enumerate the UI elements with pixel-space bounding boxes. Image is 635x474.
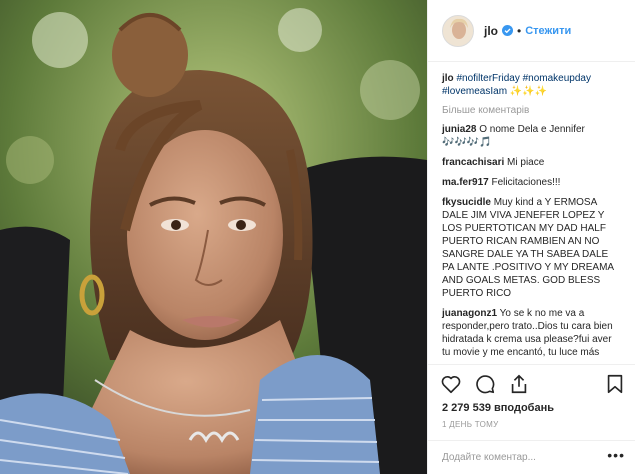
heart-icon[interactable]	[440, 373, 462, 395]
post-sidebar: jlo • Стежити jlo #nofilterFriday #nomak…	[427, 0, 635, 474]
post-timestamp[interactable]: 1 ДЕНЬ ТОМУ	[442, 420, 498, 429]
load-more-comments-button[interactable]: Більше коментарів	[442, 105, 622, 116]
comment-item: francachisari Mi piace	[442, 156, 622, 169]
post-header: jlo • Стежити	[428, 0, 635, 62]
bookmark-icon[interactable]	[604, 373, 626, 395]
follow-button[interactable]: Стежити	[525, 25, 571, 37]
comment-input[interactable]	[442, 452, 612, 463]
post-photo[interactable]	[0, 0, 427, 474]
verified-icon	[502, 25, 513, 36]
likes-count[interactable]: 2 279 539 вподобань	[442, 402, 554, 414]
comment-item: junia28 O nome Dela e Jennifer 🎶🎶🎶🎵	[442, 123, 622, 149]
instagram-post: jlo • Стежити jlo #nofilterFriday #nomak…	[0, 0, 635, 474]
comment-icon[interactable]	[474, 373, 496, 395]
caption: jlo #nofilterFriday #nomakeupday #loveme…	[442, 72, 622, 98]
comment-username[interactable]: fkysucidle	[442, 197, 491, 208]
caption-emoji: ✨✨✨	[509, 86, 548, 97]
avatar-image	[443, 15, 473, 46]
username-link[interactable]: jlo	[484, 24, 498, 38]
separator-dot: •	[517, 23, 522, 38]
comment-item: ma.fer917 Felicitaciones!!!	[442, 176, 622, 189]
caption-username[interactable]: jlo	[442, 73, 454, 84]
add-comment-bar	[428, 440, 635, 474]
comment-username[interactable]: ma.fer917	[442, 177, 489, 188]
comment-item: juanagonz1 Yo se k no me va a responder,…	[442, 307, 622, 359]
selfie-image	[0, 0, 427, 474]
share-icon[interactable]	[508, 373, 530, 395]
comment-username[interactable]: junia28	[442, 124, 476, 135]
comments-section: jlo #nofilterFriday #nomakeupday #loveme…	[428, 62, 635, 364]
comment-username[interactable]: francachisari	[442, 157, 504, 168]
comment-item: fkysucidle Muy kind a Y ERMOSA DALE JIM …	[442, 196, 622, 300]
comment-text: Mi piace	[507, 157, 545, 168]
avatar[interactable]	[442, 14, 474, 47]
comment-text: Muy kind a Y ERMOSA DALE JIM VIVA JENEFE…	[442, 197, 614, 299]
more-options-button[interactable]: •••	[607, 447, 625, 463]
comment-username[interactable]: juanagonz1	[442, 308, 497, 319]
comment-text: Felicitaciones!!!	[491, 177, 561, 188]
action-bar	[428, 364, 635, 402]
